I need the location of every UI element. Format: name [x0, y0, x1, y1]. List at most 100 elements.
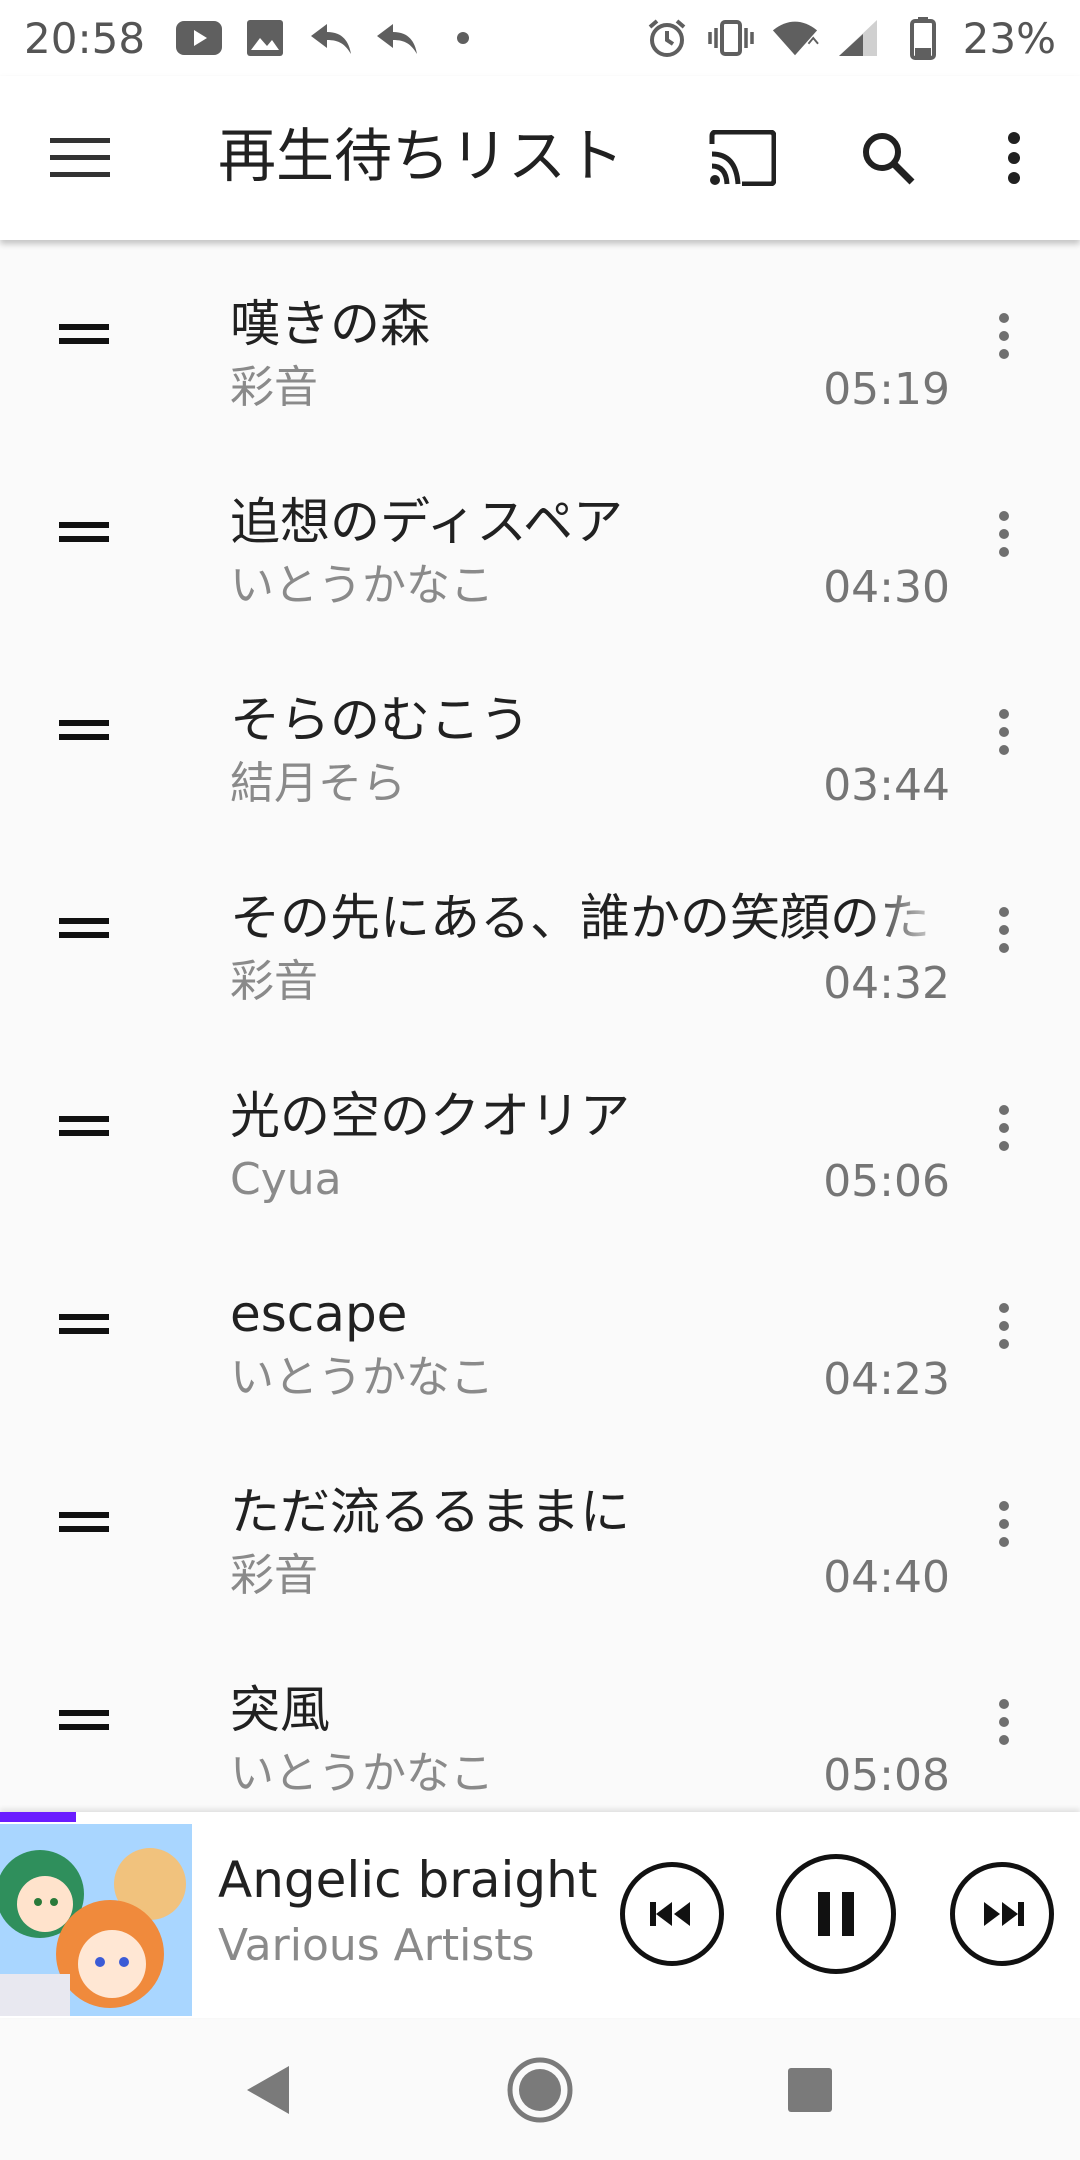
alarm-icon [643, 14, 691, 62]
song-title: escape [230, 1285, 408, 1343]
song-duration: 05:19 [823, 364, 950, 415]
more-options-button[interactable] [976, 120, 1052, 196]
song-title: そらのむこう [230, 691, 530, 749]
reply-icon [373, 14, 421, 62]
nav-back-button[interactable] [226, 2048, 310, 2132]
song-artist: いとうかなこ [230, 1352, 494, 1403]
song-artist: Cyua [230, 1154, 342, 1205]
more-vert-icon [999, 1105, 1009, 1151]
battery-icon [899, 14, 947, 62]
song-artist: 彩音 [230, 956, 318, 1007]
queue-list[interactable]: 嘆きの森 彩音 05:19 追想のディスペア いとうかなこ 04:30 そらのむ… [0, 240, 1080, 1810]
item-more-button[interactable] [976, 1488, 1032, 1560]
song-title: 嘆きの森 [230, 295, 430, 353]
song-title: 突風 [230, 1681, 330, 1739]
pause-button[interactable] [776, 1854, 896, 1974]
youtube-icon [175, 14, 223, 62]
cast-icon [709, 130, 776, 186]
queue-item[interactable]: escape いとうかなこ 04:23 [0, 1230, 1080, 1428]
menu-icon [50, 138, 110, 177]
app-bar: 再生待ちリスト [0, 76, 1080, 240]
skip-next-icon [984, 1902, 1024, 1926]
queue-item[interactable]: 光の空のクオリア Cyua 05:06 [0, 1032, 1080, 1230]
page-title: 再生待ちリスト [218, 122, 625, 190]
drag-handle-icon[interactable] [52, 896, 116, 960]
song-title: その先にある、誰かの笑顔のた [230, 889, 930, 947]
more-vert-icon [999, 1303, 1009, 1349]
more-vert-icon [999, 709, 1009, 755]
now-playing-title: Angelic braight [218, 1851, 598, 1909]
item-more-button[interactable] [976, 498, 1032, 570]
song-title: 追想のディスペア [230, 493, 623, 551]
vibrate-icon [707, 14, 755, 62]
item-more-button[interactable] [976, 300, 1032, 372]
item-more-button[interactable] [976, 894, 1032, 966]
more-vert-icon [1008, 132, 1020, 184]
song-duration: 05:08 [823, 1750, 950, 1801]
dot-icon [439, 14, 487, 62]
item-more-button[interactable] [976, 1290, 1032, 1362]
drag-handle-icon[interactable] [52, 1688, 116, 1752]
item-more-button[interactable] [976, 1686, 1032, 1758]
battery-percent: 23% [962, 13, 1056, 63]
item-more-button[interactable] [976, 1092, 1032, 1164]
song-duration: 03:44 [823, 760, 950, 811]
more-vert-icon [999, 1699, 1009, 1745]
queue-item[interactable]: 突風 いとうかなこ 05:08 [0, 1626, 1080, 1810]
nav-home-button[interactable] [498, 2048, 582, 2132]
more-vert-icon [999, 907, 1009, 953]
wifi-icon [771, 14, 819, 62]
song-duration: 05:06 [823, 1156, 950, 1207]
song-title: ただ流るるままに [230, 1483, 630, 1541]
image-icon [241, 14, 289, 62]
skip-previous-icon [650, 1902, 690, 1926]
song-artist: いとうかなこ [230, 560, 494, 611]
drag-handle-icon[interactable] [52, 1292, 116, 1356]
next-button[interactable] [950, 1862, 1054, 1966]
signal-icon [835, 14, 883, 62]
now-playing-artist: Various Artists [218, 1920, 535, 1971]
more-vert-icon [999, 1501, 1009, 1547]
status-bar: 20:58 23% [0, 0, 1080, 76]
home-icon [507, 2057, 573, 2123]
queue-item[interactable]: 追想のディスペア いとうかなこ 04:30 [0, 438, 1080, 636]
nav-recents-button[interactable] [768, 2048, 852, 2132]
drag-handle-icon[interactable] [52, 500, 116, 564]
song-artist: 彩音 [230, 1550, 318, 1601]
queue-item[interactable]: その先にある、誰かの笑顔のた 彩音 04:32 [0, 834, 1080, 1032]
song-artist: 結月そら [230, 758, 406, 809]
song-artist: 彩音 [230, 362, 318, 413]
song-duration: 04:30 [823, 562, 950, 613]
song-duration: 04:40 [823, 1552, 950, 1603]
song-duration: 04:23 [823, 1354, 950, 1405]
queue-item[interactable]: そらのむこう 結月そら 03:44 [0, 636, 1080, 834]
more-vert-icon [999, 313, 1009, 359]
drag-handle-icon[interactable] [52, 1094, 116, 1158]
search-button[interactable] [850, 120, 926, 196]
mini-player[interactable]: Angelic braight Various Artists [0, 1812, 1080, 2018]
system-nav-bar [0, 2018, 1080, 2160]
notification-icons [175, 14, 487, 62]
album-art[interactable] [0, 1824, 192, 2016]
more-vert-icon [999, 511, 1009, 557]
song-artist: いとうかなこ [230, 1748, 494, 1799]
search-icon [863, 133, 915, 185]
recents-icon [788, 2068, 832, 2112]
pause-icon [818, 1892, 854, 1936]
back-icon [247, 2066, 289, 2114]
status-time: 20:58 [24, 13, 146, 63]
queue-item[interactable]: ただ流るるままに 彩音 04:40 [0, 1428, 1080, 1626]
drag-handle-icon[interactable] [52, 1490, 116, 1554]
previous-button[interactable] [620, 1862, 724, 1966]
drag-handle-icon[interactable] [52, 302, 116, 366]
song-title: 光の空のクオリア [230, 1087, 630, 1145]
menu-button[interactable] [44, 122, 116, 194]
system-icons: 23% [643, 14, 1056, 63]
playback-progress [0, 1812, 1080, 1822]
cast-button[interactable] [704, 120, 780, 196]
queue-item[interactable]: 嘆きの森 彩音 05:19 [0, 240, 1080, 438]
item-more-button[interactable] [976, 696, 1032, 768]
song-duration: 04:32 [823, 958, 950, 1009]
playback-progress-fill [0, 1812, 76, 1822]
drag-handle-icon[interactable] [52, 698, 116, 762]
